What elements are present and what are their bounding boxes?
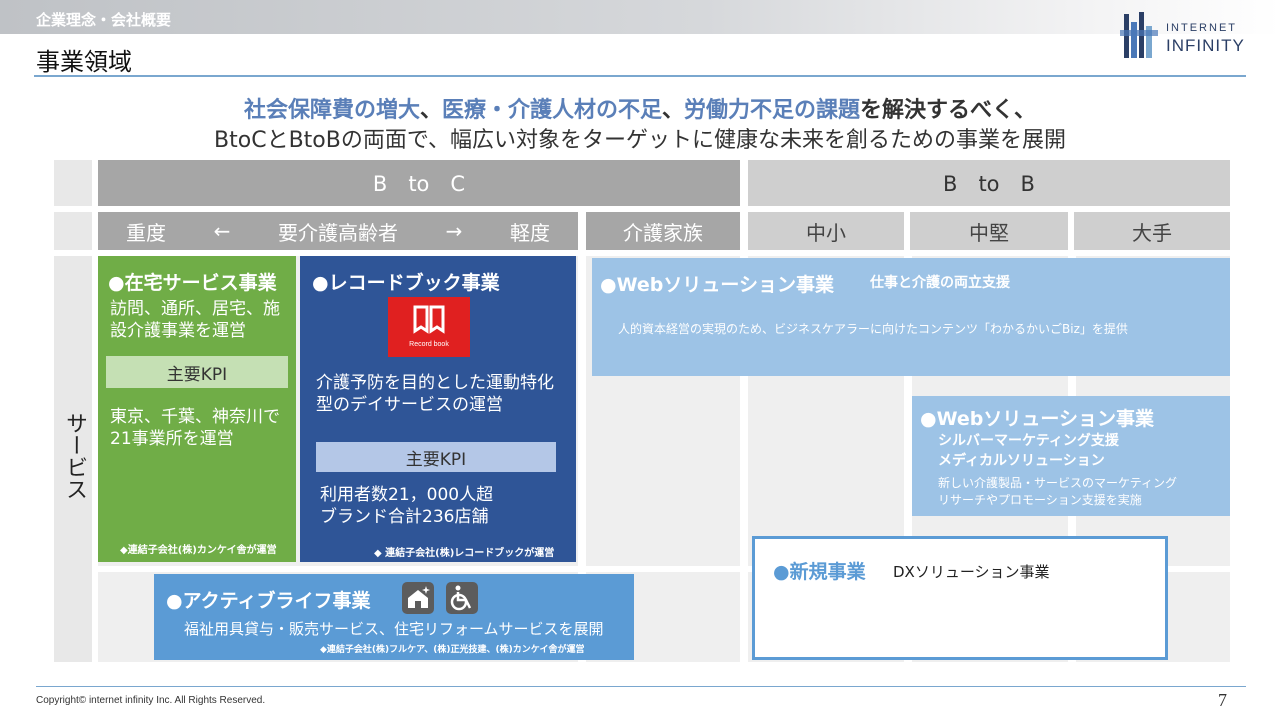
arrow-left-icon: ← (213, 219, 231, 243)
web-solution-2-line-2: メディカルソリューション (938, 453, 1105, 469)
headline-segment: 、 (419, 98, 442, 123)
active-life-title: ●アクティブライフ事業 (166, 590, 371, 612)
btob-header: B to B (748, 160, 1230, 206)
headline-segment: 、 (662, 98, 685, 123)
headline-segment: 医療・介護人材の不足 (441, 98, 662, 123)
web-solution-1-subtitle: 仕事と介護の両立支援 (870, 275, 1010, 291)
corner-cell (54, 160, 92, 206)
active-life-note: ◆連結子会社(株)フルケア、(株)正光技建、(株)カンケイ舎が運営 (320, 645, 585, 655)
wheelchair-icon (446, 582, 478, 614)
web-solution-1-title: ●Webソリューション事業 (600, 274, 834, 296)
record-book-logo-text: Record book (409, 341, 449, 348)
headline-line-2: BtoCとBtoBの両面で、幅広い対象をターゲットに健康な未来を創るための事業を… (214, 128, 1066, 153)
home-service-title: ●在宅サービス事業 (108, 272, 277, 294)
logo-text-top: INTERNET (1166, 22, 1237, 34)
arrow-right-icon: → (445, 219, 463, 243)
record-book-desc: 介護予防を目的とした運動特化型のデイサービスの運営 (316, 373, 554, 415)
record-book-kpi-line-2: ブランド合計236店舗 (320, 507, 489, 527)
header-band (0, 0, 1280, 34)
elderly-label: 要介護高齢者 (277, 220, 398, 245)
web-solution-box-2: ●Webソリューション事業 シルバーマーケティング支援 メディカルソリューション… (912, 396, 1230, 516)
house-sparkle-icon (402, 582, 434, 614)
medium-company-header: 中堅 (910, 212, 1068, 250)
web-solution-2-title: ●Webソリューション事業 (920, 408, 1154, 430)
record-book-note: ◆ 連結子会社(株)レコードブックが運営 (374, 548, 555, 559)
record-book-title: ●レコードブック事業 (312, 272, 500, 294)
logo-mark-icon (1120, 12, 1158, 58)
record-book-kpi-line-1: 利用者数21，000人超 (320, 485, 494, 505)
title-divider (34, 75, 1246, 77)
headline-line-1: 社会保障費の増大、医療・介護人材の不足、労働力不足の課題を解決するべく、 (0, 92, 1280, 124)
home-service-kpi: 東京、千葉、神奈川で21事業所を運営 (110, 407, 280, 449)
web-solution-2-desc-1: 新しい介護製品・サービスのマーケティング (938, 476, 1178, 490)
copyright: Copyright© internet infinity Inc. All Ri… (36, 695, 266, 706)
severity-heavy-label: 重度 (126, 220, 166, 245)
home-service-kpi-label: 主要KPI (106, 356, 288, 388)
new-business-desc: DXソリューション事業 (893, 563, 1050, 581)
active-life-box: ●アクティブライフ事業 福祉用具貸与・販売サービス、住宅リフォームサービスを展開… (154, 574, 634, 660)
active-life-desc: 福祉用具貸与・販売サービス、住宅リフォームサービスを展開 (184, 620, 604, 638)
page-title: 事業領域 (36, 48, 132, 76)
family-header: 介護家族 (586, 212, 740, 250)
home-service-desc: 訪問、通所、居宅、施設介護事業を運営 (110, 299, 280, 341)
web-solution-2-line-1: シルバーマーケティング支援 (938, 433, 1119, 449)
severity-light-label: 軽度 (509, 220, 550, 245)
btoc-header: B to C (98, 160, 740, 206)
corner-cell-2 (54, 212, 92, 250)
section-label: 企業理念・会社概要 (36, 11, 172, 29)
service-label: サービス (62, 412, 87, 500)
logo-text-bottom: INFINITY (1166, 36, 1245, 55)
large-company-header: 大手 (1074, 212, 1230, 250)
headline-segment: を解決するべく、 (860, 98, 1037, 123)
page-number: 7 (1218, 690, 1227, 710)
new-business-title: ●新規事業 (773, 561, 866, 583)
home-service-box: ●在宅サービス事業 訪問、通所、居宅、施設介護事業を運営 主要KPI 東京、千葉… (98, 256, 296, 562)
headline-segment: 社会保障費の増大 (243, 98, 420, 123)
elderly-severity-header: 重度 ← 要介護高齢者 → 軽度 (98, 212, 578, 250)
record-book-logo: Record book (388, 297, 470, 357)
record-book-kpi-label: 主要KPI (316, 442, 556, 472)
web-solution-1-desc: 人的資本経営の実現のため、ビジネスケアラーに向けたコンテンツ「わかるかいごBiz… (618, 322, 1128, 336)
footer-divider (36, 686, 1246, 687)
new-business-box: ●新規事業 DXソリューション事業 (752, 536, 1168, 660)
web-solution-box-1: ●Webソリューション事業 仕事と介護の両立支援 人的資本経営の実現のため、ビジ… (592, 258, 1230, 376)
headline-segment: 労働力不足の課題 (684, 98, 861, 123)
small-company-header: 中小 (748, 212, 904, 250)
home-service-note: ◆連結子会社(株)カンケイ舎が運営 (120, 545, 277, 556)
web-solution-2-desc-2: リサーチやプロモーション支援を実施 (938, 493, 1142, 507)
company-logo: INTERNET INFINITY (1118, 10, 1248, 62)
book-icon (413, 305, 445, 334)
